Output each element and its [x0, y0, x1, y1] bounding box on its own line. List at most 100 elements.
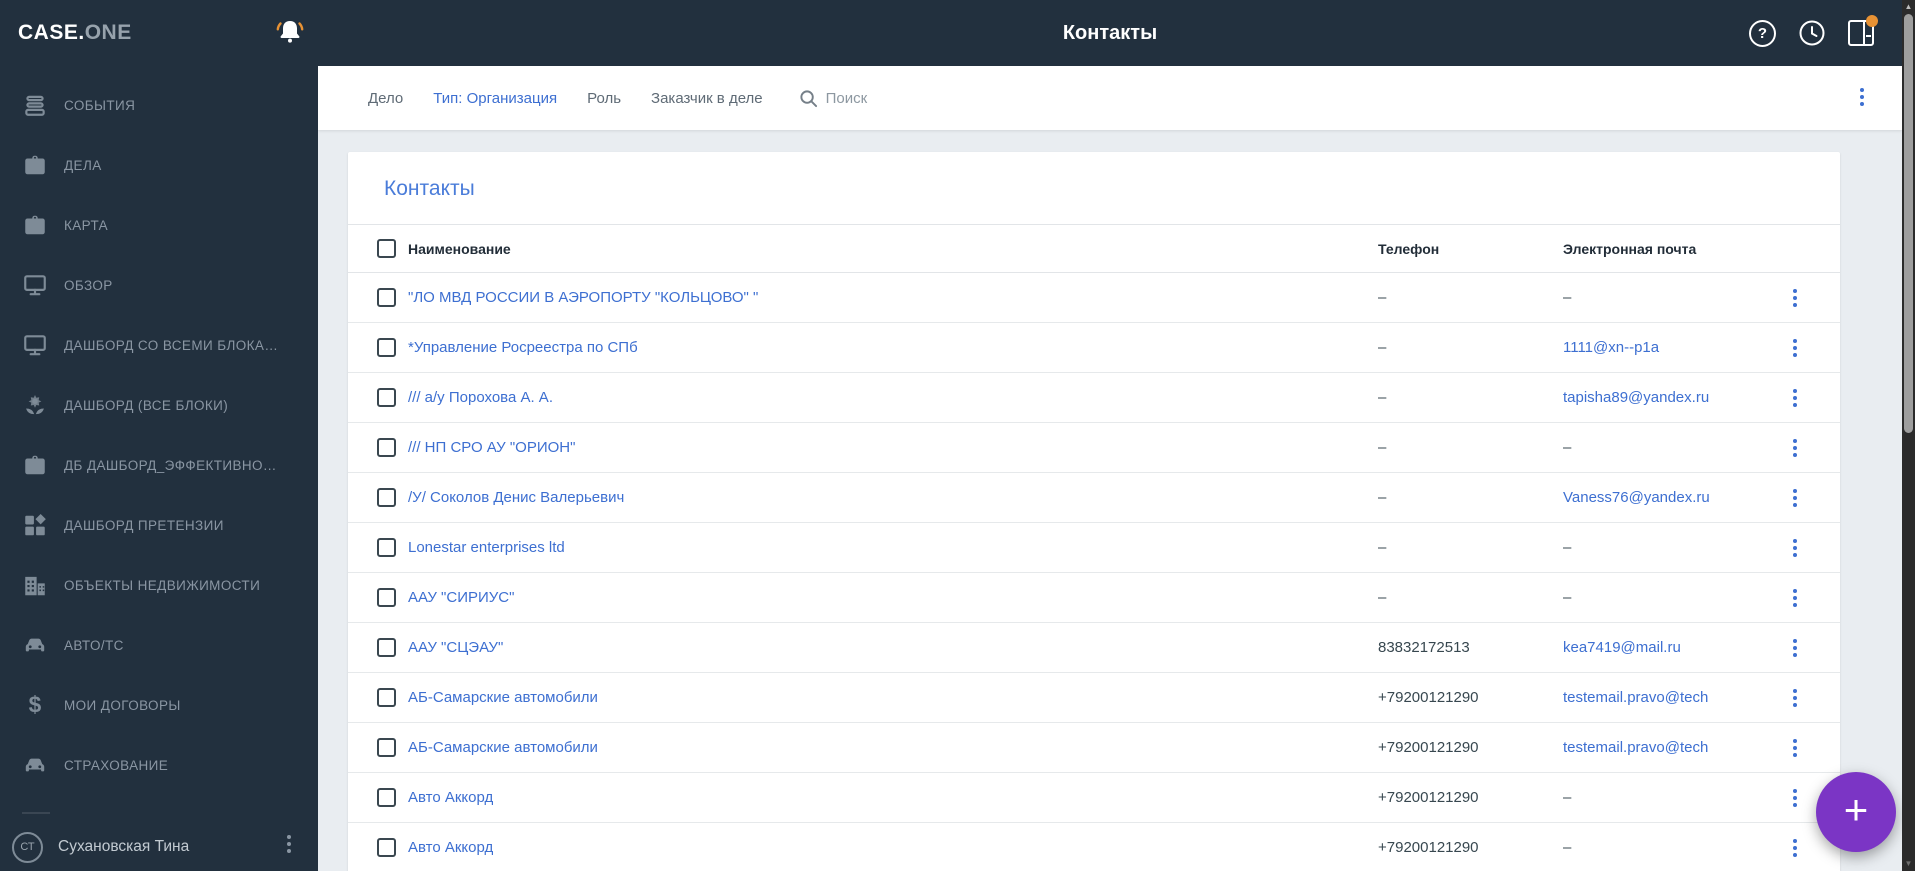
sidebar-item-1[interactable]: СОБЫТИЯ	[0, 75, 318, 135]
car-icon	[22, 752, 48, 778]
row-checkbox[interactable]	[377, 737, 396, 757]
sidebar-item-label: КАРТА	[64, 217, 109, 233]
sidebar-item-9[interactable]: ОБЪЕКТЫ НЕДВИЖИМОСТИ	[0, 555, 318, 615]
scroll-down-arrow-icon[interactable]: ▼	[1902, 858, 1915, 870]
contact-name-link[interactable]: /// НП СРО АУ "ОРИОН"	[408, 423, 575, 473]
contact-name-link[interactable]: АБ-Самарские автомобили	[408, 673, 598, 723]
row-checkbox[interactable]	[377, 337, 396, 357]
row-checkbox[interactable]	[377, 587, 396, 607]
table-row: АБ-Самарские автомобили +79200121290 teste…	[348, 673, 1840, 723]
contact-email-link[interactable]: 1111@xn--p1a	[1563, 323, 1659, 373]
layout-panel-icon[interactable]	[1848, 15, 1878, 46]
row-checkbox[interactable]	[377, 387, 396, 407]
dashboard-icon	[22, 512, 48, 538]
contact-email: –	[1563, 789, 1572, 806]
sidebar-item-7[interactable]: ДБ ДАШБОРД_ЭФФЕКТИВНО…	[0, 435, 318, 495]
filter-chip-2[interactable]: Тип: Организация	[433, 90, 557, 107]
row-checkbox[interactable]	[377, 537, 396, 557]
row-menu-dots-icon[interactable]	[1793, 589, 1797, 607]
sidebar-item-12[interactable]: СТРАХОВАНИЕ	[0, 735, 318, 795]
contact-email: –	[1563, 589, 1572, 606]
sidebar-item-2[interactable]: ДЕЛА	[0, 135, 318, 195]
row-checkbox[interactable]	[377, 437, 396, 457]
user-menu-dots-icon[interactable]	[287, 835, 291, 853]
sidebar-item-11[interactable]: $ МОИ ДОГОВОРЫ	[0, 675, 318, 735]
contact-phone: +79200121290	[1378, 739, 1479, 756]
contact-name-link[interactable]: ААУ "СИРИУС"	[408, 573, 514, 623]
row-menu-dots-icon[interactable]	[1793, 839, 1797, 857]
contacts-card: Контакты Наименование Телефон Электронна…	[348, 152, 1840, 871]
row-menu-dots-icon[interactable]	[1793, 739, 1797, 757]
search-icon	[800, 89, 817, 107]
contact-name-link[interactable]: /// а/у Порохова А. А.	[408, 373, 553, 423]
contact-phone: 83832172513	[1378, 639, 1470, 656]
table-header: Наименование Телефон Электронная почта	[348, 224, 1840, 273]
sidebar-item-label: ДБ ДАШБОРД_ЭФФЕКТИВНО…	[64, 457, 277, 473]
filter-chip-1[interactable]: Дело	[368, 90, 403, 107]
contact-name-link[interactable]: ААУ "СЦЭАУ"	[408, 623, 503, 673]
sidebar-item-label: МОИ ДОГОВОРЫ	[64, 697, 181, 713]
row-menu-dots-icon[interactable]	[1793, 639, 1797, 657]
dollar-icon: $	[22, 692, 48, 718]
row-menu-dots-icon[interactable]	[1793, 489, 1797, 507]
scroll-up-arrow-icon[interactable]: ▲	[1902, 1, 1915, 13]
row-menu-dots-icon[interactable]	[1793, 389, 1797, 407]
sidebar-item-4[interactable]: ОБЗОР	[0, 255, 318, 315]
logo-primary: CASE.	[18, 21, 85, 44]
user-row[interactable]: СТ Сухановская Тина	[0, 823, 318, 871]
contact-name-link[interactable]: *Управление Росреестра по СПб	[408, 323, 638, 373]
row-menu-dots-icon[interactable]	[1793, 539, 1797, 557]
contact-email-link[interactable]: testemail.pravo@tech	[1563, 673, 1708, 723]
sidebar-item-3[interactable]: КАРТА	[0, 195, 318, 255]
monitor-icon	[22, 332, 48, 358]
content-area: Контакты Наименование Телефон Электронна…	[318, 130, 1902, 871]
contact-name-link[interactable]: Lonestar enterprises ltd	[408, 523, 565, 573]
contact-phone: –	[1378, 289, 1387, 306]
contact-email-link[interactable]: Vaness76@yandex.ru	[1563, 473, 1710, 523]
sidebar-item-label: СТРАХОВАНИЕ	[64, 757, 169, 773]
row-checkbox[interactable]	[377, 637, 396, 657]
monitor-icon	[22, 272, 48, 298]
contact-email-link[interactable]: tapisha89@yandex.ru	[1563, 373, 1709, 423]
row-checkbox[interactable]	[377, 287, 396, 307]
row-checkbox[interactable]	[377, 687, 396, 707]
scrollbar-thumb[interactable]	[1904, 14, 1913, 433]
row-menu-dots-icon[interactable]	[1793, 289, 1797, 307]
plus-icon: +	[1843, 786, 1869, 833]
row-checkbox[interactable]	[377, 787, 396, 807]
contact-name-link[interactable]: /У/ Соколов Денис Валерьевич	[408, 473, 624, 523]
car-icon	[22, 632, 48, 658]
filter-chips: Дело Тип: Организация Роль Заказчик в деле	[368, 90, 763, 107]
filter-chip-3[interactable]: Роль	[587, 90, 621, 107]
contact-email-link[interactable]: kea7419@mail.ru	[1563, 623, 1681, 673]
row-menu-dots-icon[interactable]	[1793, 339, 1797, 357]
row-menu-dots-icon[interactable]	[1793, 689, 1797, 707]
sidebar-item-6[interactable]: ДАШБОРД (ВСЕ БЛОКИ)	[0, 375, 318, 435]
filter-menu-dots-icon[interactable]	[1860, 88, 1864, 106]
table-row: ААУ "СЦЭАУ" 83832172513 kea7419@mail.ru	[348, 623, 1840, 673]
row-checkbox[interactable]	[377, 837, 396, 857]
vertical-scrollbar[interactable]: ▲ ▼	[1902, 0, 1915, 871]
sidebar-item-10[interactable]: АВТО/ТС	[0, 615, 318, 675]
contact-name-link[interactable]: Авто Аккорд	[408, 773, 493, 823]
contact-name-link[interactable]: Авто Аккорд	[408, 823, 493, 871]
help-icon[interactable]: ?	[1749, 19, 1776, 47]
filter-chip-4[interactable]: Заказчик в деле	[651, 90, 763, 107]
row-menu-dots-icon[interactable]	[1793, 439, 1797, 457]
add-contact-fab-button[interactable]: +	[1816, 772, 1896, 852]
row-checkbox[interactable]	[377, 487, 396, 507]
sidebar-item-5[interactable]: ДАШБОРД СО ВСЕМИ БЛОКА…	[0, 315, 318, 375]
contact-email: –	[1563, 539, 1572, 556]
search-input[interactable]	[825, 89, 976, 107]
sidebar-item-8[interactable]: ДАШБОРД ПРЕТЕНЗИИ	[0, 495, 318, 555]
contact-phone: –	[1378, 489, 1387, 506]
row-menu-dots-icon[interactable]	[1793, 789, 1797, 807]
contact-email-link[interactable]: testemail.pravo@tech	[1563, 723, 1708, 773]
history-clock-icon[interactable]	[1798, 19, 1826, 47]
contact-name-link[interactable]: "ЛО МВД РОССИИ В АЭРОПОРТУ "КОЛЬЦОВО" "	[408, 273, 758, 323]
sidebar-item-label: ДАШБОРД СО ВСЕМИ БЛОКА…	[64, 337, 279, 353]
notification-bell-icon[interactable]	[272, 15, 308, 51]
contact-name-link[interactable]: АБ-Самарские автомобили	[408, 723, 598, 773]
building-icon	[22, 572, 48, 598]
select-all-checkbox[interactable]	[377, 238, 396, 258]
